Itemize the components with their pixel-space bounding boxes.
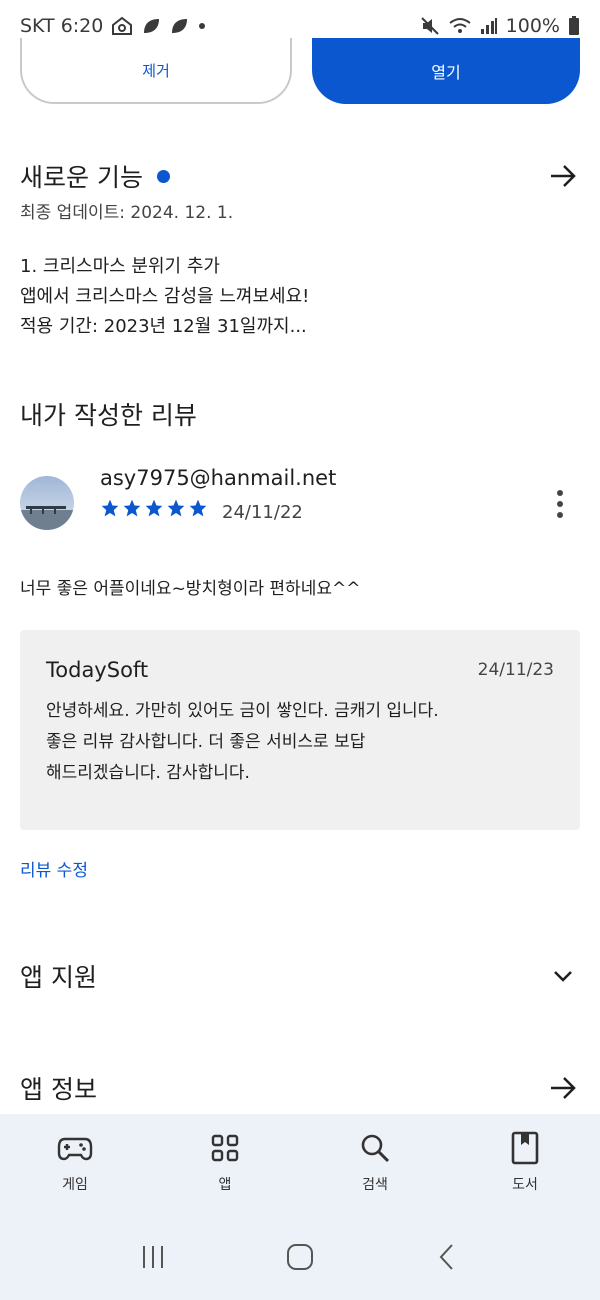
reply-date: 24/11/23 <box>477 660 554 680</box>
battery-percent: 100% <box>505 15 560 37</box>
search-icon <box>357 1130 393 1166</box>
nav-item-apps[interactable]: 앱 <box>175 1130 275 1194</box>
reviewer-email: asy7975@hanmail.net <box>100 466 337 490</box>
book-icon <box>507 1130 543 1166</box>
nav-label-search: 검색 <box>362 1177 388 1193</box>
status-right: 100% <box>420 15 580 37</box>
more-options-icon[interactable] <box>546 486 574 522</box>
reply-text: 안녕하세요. 가만히 있어도 금이 쌓인다. 금캐기 입니다. 좋은 리뷰 감사… <box>46 696 554 789</box>
review-date: 24/11/22 <box>222 502 303 523</box>
reply-line: 좋은 리뷰 감사합니다. 더 좋은 서비스로 보답 <box>46 732 366 752</box>
developer-reply: TodaySoft 24/11/23 안녕하세요. 가만히 있어도 금이 쌓인다… <box>20 630 580 830</box>
reply-line: 안녕하세요. 가만히 있어도 금이 쌓인다. 금캐기 입니다. <box>46 701 439 721</box>
mute-icon <box>420 16 440 36</box>
whats-new-title-wrap: 새로운 기능 <box>20 158 170 194</box>
arrow-right-icon[interactable] <box>546 159 580 193</box>
chevron-down-icon[interactable] <box>546 959 580 993</box>
star-rating <box>100 498 208 518</box>
release-notes: 1. 크리스마스 분위기 추가 앱에서 크리스마스 감성을 느껴보세요! 적용 … <box>20 252 309 342</box>
apps-grid-icon <box>207 1130 243 1166</box>
nav-label-apps: 앱 <box>218 1177 232 1193</box>
avatar <box>20 476 74 530</box>
wifi-icon <box>448 16 472 36</box>
review-body: 너무 좋은 어플이네요~방치형이라 편하네요^^ <box>20 579 361 599</box>
last-updated: 최종 업데이트: 2024. 12. 1. <box>20 203 234 223</box>
back-icon[interactable] <box>427 1237 467 1277</box>
edit-review-link[interactable]: 리뷰 수정 <box>20 856 88 881</box>
home-icon[interactable] <box>280 1237 320 1277</box>
reply-header: TodaySoft 24/11/23 <box>46 658 554 682</box>
nav-item-games[interactable]: 게임 <box>25 1130 125 1194</box>
leaf-icon <box>169 16 189 36</box>
star-icon <box>145 499 163 517</box>
release-note-line: 앱에서 크리스마스 감성을 느껴보세요! <box>20 286 310 307</box>
status-left: SKT 6:20 <box>20 15 207 37</box>
star-icon <box>123 499 141 517</box>
release-note-line: 1. 크리스마스 분위기 추가 <box>20 256 220 277</box>
bottom-nav: 게임 앱 검색 도서 <box>0 1114 600 1214</box>
battery-icon <box>568 16 580 36</box>
star-icon <box>189 499 207 517</box>
nav-item-search[interactable]: 검색 <box>325 1130 425 1194</box>
app-info-header[interactable]: 앱 정보 <box>20 1070 580 1106</box>
new-indicator-dot <box>156 169 170 183</box>
star-icon <box>167 499 185 517</box>
developer-name: TodaySoft <box>46 658 149 682</box>
signal-icon <box>480 17 498 35</box>
app-support-header[interactable]: 앱 지원 <box>20 958 580 994</box>
home-camera-icon <box>111 16 133 36</box>
nav-label-books: 도서 <box>512 1177 538 1193</box>
carrier-time: SKT 6:20 <box>20 15 104 37</box>
nav-item-books[interactable]: 도서 <box>475 1130 575 1194</box>
app-support-title: 앱 지원 <box>20 963 97 992</box>
app-info-title: 앱 정보 <box>20 1075 97 1104</box>
reply-line: 해드리겠습니다. 감사합니다. <box>46 763 250 783</box>
recent-apps-icon[interactable] <box>133 1237 173 1277</box>
star-icon <box>101 499 119 517</box>
my-review-title: 내가 작성한 리뷰 <box>20 401 197 430</box>
release-note-line: 적용 기간: 2023년 12월 31일까지... <box>20 316 307 337</box>
open-button[interactable]: 열기 <box>312 38 580 104</box>
leaf-icon <box>141 16 161 36</box>
gamepad-icon <box>57 1130 93 1166</box>
whats-new-header[interactable]: 새로운 기능 <box>20 158 580 194</box>
arrow-right-icon[interactable] <box>546 1071 580 1105</box>
nav-label-games: 게임 <box>62 1177 88 1193</box>
remove-button[interactable]: 제거 <box>20 38 292 104</box>
action-buttons: 제거 열기 <box>20 38 580 104</box>
whats-new-title: 새로운 기능 <box>20 163 143 192</box>
notification-dot-icon <box>197 21 207 31</box>
system-nav-bar <box>0 1214 600 1300</box>
